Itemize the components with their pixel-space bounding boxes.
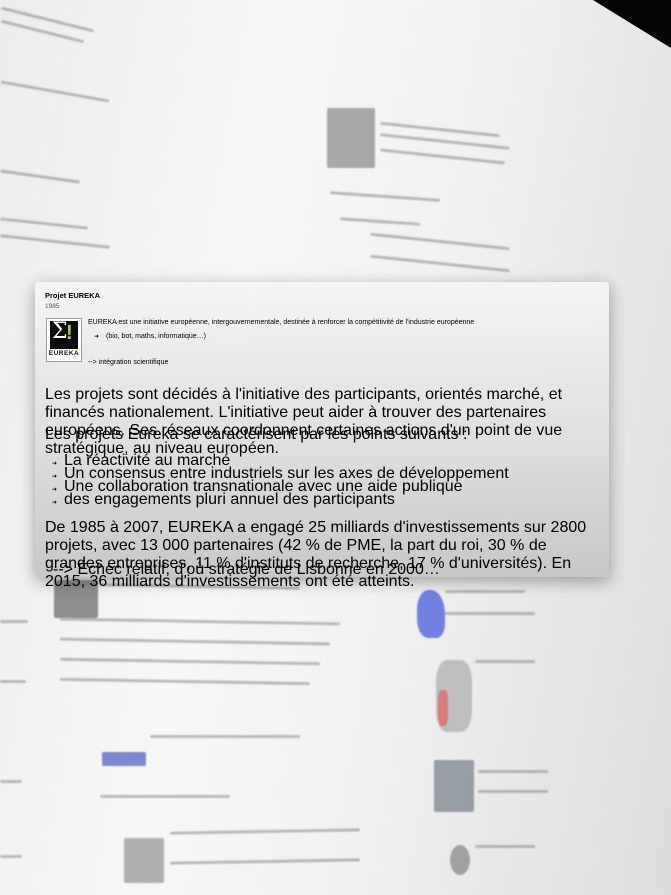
arrow-bullet-icon: ➜ [94,334,100,340]
paragraph-figures: De 1985 à 2007, EUREKA a engagé 25 milli… [45,519,587,590]
bullet-text: des engagements pluri annuel des partici… [64,491,395,508]
exclamation-icon: ! [66,322,73,344]
arrow-note: --> intégration scientifique [88,359,169,366]
logo-word: EUREKA [48,350,80,357]
card-title: Projet EUREKA [45,291,101,300]
eureka-logo: Σ ! EUREKA [46,318,82,362]
conclusion-text: --> Échec relatif, d'où stratégie de Lis… [53,561,440,578]
intro-subitem-text: (bio, bot, maths, informatique…) [106,333,206,340]
paragraph-decision: Les projets sont décidés à l'initiative … [45,386,563,457]
intro-text: EUREKA est une initiative européenne, in… [88,319,475,326]
intro-subitem: ➜ (bio, bot, maths, informatique…) [94,333,206,340]
card-year: 1985 [45,303,60,310]
arrow-bullet-icon: ➜ [52,500,58,506]
bullet-item: ➜ des engagements pluri annuel des partic… [52,491,395,509]
paragraph-characteristics: Les projets Eureka se caractérisent par … [45,426,468,443]
